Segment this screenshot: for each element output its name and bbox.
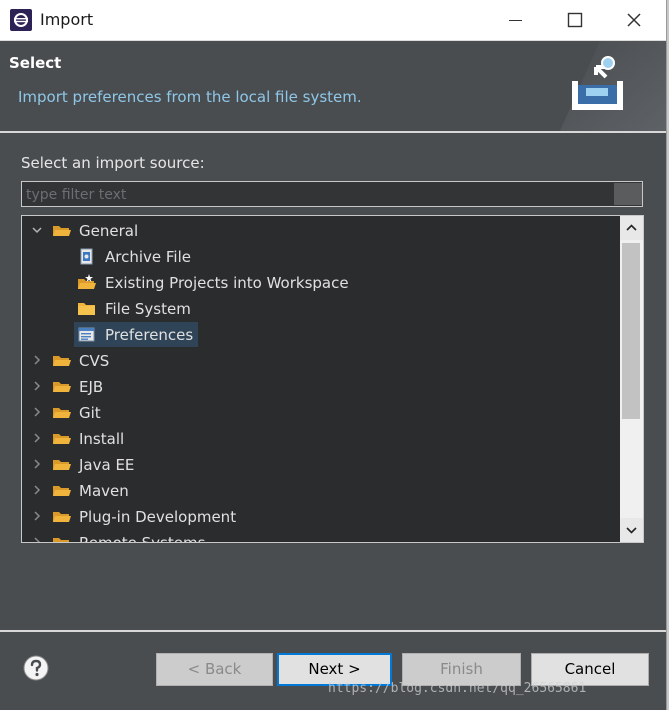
help-icon[interactable]: [22, 654, 50, 682]
tree-item-existing-projects[interactable]: Existing Projects into Workspace: [22, 270, 620, 296]
minimize-icon: [509, 20, 522, 21]
tree-item-ejb[interactable]: EJB: [22, 374, 620, 400]
chevron-right-icon[interactable]: [30, 457, 44, 471]
chevron-down-icon[interactable]: [30, 223, 44, 237]
banner-divider: [0, 131, 666, 133]
scroll-thumb[interactable]: [622, 243, 640, 419]
minimize-button[interactable]: [487, 0, 545, 40]
chevron-up-icon: [626, 224, 637, 231]
scroll-track[interactable]: [620, 240, 643, 518]
folder-open-icon: [53, 226, 71, 236]
close-button[interactable]: [605, 0, 663, 40]
close-icon: [627, 13, 641, 27]
tree-item-archive-file[interactable]: Archive File: [22, 244, 620, 270]
page-description: Import preferences from the local file s…: [18, 88, 362, 106]
tree-item-maven[interactable]: Maven: [22, 478, 620, 504]
tree-item-cvs[interactable]: CVS: [22, 348, 620, 374]
tree-item-preferences[interactable]: Preferences: [22, 322, 620, 348]
tree-item-label: Plug-in Development: [79, 508, 237, 526]
tree-item-label: Java EE: [79, 456, 135, 474]
chevron-right-icon[interactable]: [30, 353, 44, 367]
filter-input[interactable]: [21, 181, 643, 207]
tree-item-install[interactable]: Install: [22, 426, 620, 452]
tree-item-label: CVS: [79, 352, 110, 370]
tree-item-label: Preferences: [105, 326, 194, 344]
chevron-down-icon: [626, 527, 637, 534]
tree-item-plugin-development[interactable]: Plug-in Development: [22, 504, 620, 530]
tree-item-label: Existing Projects into Workspace: [105, 274, 349, 292]
tree-item-label: General: [79, 222, 139, 240]
chevron-right-icon[interactable]: [30, 405, 44, 419]
projects-folder-icon: [78, 274, 96, 289]
tree-item-label: EJB: [79, 378, 104, 396]
import-wizard-icon: [560, 41, 666, 131]
tree-scrollbar[interactable]: [620, 216, 643, 542]
tree-item-label: File System: [105, 300, 191, 318]
chevron-right-icon[interactable]: [30, 483, 44, 497]
page-title: Select: [9, 54, 62, 72]
watermark-url: https://blog.csdn.net/qq_26565861: [328, 681, 587, 696]
scroll-down-button[interactable]: [620, 518, 643, 542]
tree-item-remote-systems[interactable]: Remote Systems: [22, 530, 620, 543]
tree-item-git[interactable]: Git: [22, 400, 620, 426]
folder-open-icon: [53, 408, 71, 418]
chevron-right-icon[interactable]: [30, 379, 44, 393]
tree-item-file-system[interactable]: File System: [22, 296, 620, 322]
header-banner: Select Import preferences from the local…: [0, 41, 666, 131]
tree-item-label: Git: [79, 404, 101, 422]
import-source-tree[interactable]: General Archive File Existing Projects i…: [21, 215, 644, 543]
scroll-up-button[interactable]: [620, 216, 643, 240]
folder-open-icon: [53, 356, 71, 366]
tree-item-label: Remote Systems: [79, 534, 206, 543]
chevron-right-icon[interactable]: [30, 431, 44, 445]
title-bar[interactable]: Import: [0, 0, 666, 41]
folder-open-icon: [53, 486, 71, 496]
eclipse-icon: [10, 9, 32, 31]
preferences-icon: [78, 327, 95, 342]
tree-item-label: Install: [79, 430, 125, 448]
folder-icon: [78, 303, 95, 315]
back-button[interactable]: < Back: [156, 653, 273, 686]
chevron-right-icon[interactable]: [30, 535, 44, 543]
footer-divider: [0, 630, 666, 632]
folder-open-icon: [53, 382, 71, 392]
archive-file-icon: [80, 248, 93, 265]
chevron-right-icon[interactable]: [30, 509, 44, 523]
filter-clear-icon[interactable]: [614, 183, 642, 205]
tree-item-general[interactable]: General: [22, 218, 620, 244]
maximize-button[interactable]: [546, 0, 604, 40]
maximize-icon: [567, 12, 583, 28]
tree-item-java-ee[interactable]: Java EE: [22, 452, 620, 478]
folder-open-icon: [53, 512, 71, 522]
import-source-label: Select an import source:: [21, 154, 205, 172]
import-dialog: Import Select Import preferences from th…: [0, 0, 667, 710]
folder-open-icon: [53, 460, 71, 470]
folder-open-icon: [53, 434, 71, 444]
tree-item-label: Maven: [79, 482, 129, 500]
tree-item-label: Archive File: [105, 248, 191, 266]
folder-open-icon: [53, 538, 69, 542]
window-title: Import: [40, 10, 94, 29]
